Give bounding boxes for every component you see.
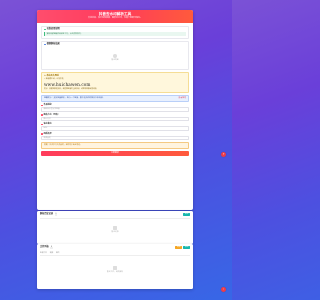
video-icon — [44, 43, 46, 46]
usage-section: 功能使用说明 复制视频链接后粘贴至下方，点击提取即可。 — [41, 26, 189, 39]
field-label-text: 画质选择 — [43, 132, 52, 135]
clear-history-button[interactable]: 清空 — [183, 213, 190, 217]
format-select[interactable]: MP4 — [41, 126, 189, 131]
quality-icon — [41, 133, 43, 135]
field-label: 保存格式 — [41, 123, 189, 126]
notice-footer: 提示：如遇到解析失败，请更换链接后重新尝试，或联系客服反馈问题。 — [44, 88, 99, 91]
notice-title: ★ 本站永久网址 — [44, 75, 186, 78]
field-label-text: 作品链接 — [43, 104, 52, 107]
tab-all[interactable]: 全部文件 — [40, 252, 47, 254]
tab-video[interactable]: 视频 — [50, 252, 53, 254]
export-button[interactable]: 导出 — [183, 246, 190, 250]
card-header: 抖音去水印解析工具 支持抖音、快手等短视频、图集去水印，无需下载即可保存。 — [37, 10, 193, 23]
empty-box-icon — [113, 226, 117, 231]
file-empty-text: 暂无文件，请先解析 — [106, 271, 124, 274]
field-format: 保存格式 MP4 — [41, 123, 189, 131]
usage-title-text: 功能使用说明 — [46, 28, 60, 31]
tip-text: 温馨提示：支持批量解析，每行一个链接，最多支持同时解析多条视频。 — [44, 97, 105, 100]
site-url[interactable]: www.huichawen.com — [44, 82, 186, 88]
notice-line: • 请收藏本站，以免丢失 — [44, 78, 186, 80]
file-title-text: 文件列表 — [40, 246, 49, 249]
settings-icon — [41, 114, 43, 116]
usage-info: 复制视频链接后粘贴至下方，点击提取即可。 — [44, 32, 186, 37]
history-empty: 暂无记录 — [37, 219, 193, 241]
file-actions: 刷新 导出 — [175, 246, 190, 250]
history-title-text: 解析历史记录 — [40, 213, 54, 216]
back-to-top-button[interactable]: ↑ — [221, 287, 226, 292]
history-panel-head: 解析历史记录 0 清空 — [37, 211, 193, 218]
tip-bar: 温馨提示：支持批量解析，每行一个链接，最多支持同时解析多条视频。 查看教程 — [41, 95, 189, 103]
check-icon — [44, 28, 46, 31]
field-label-text: 保存格式 — [43, 123, 52, 126]
history-title: 解析历史记录 0 — [40, 213, 58, 217]
notice-title-text: 本站永久网址 — [46, 74, 59, 77]
submit-button[interactable]: 立即解析 — [41, 150, 189, 156]
refresh-button[interactable]: 刷新 — [175, 246, 183, 250]
file-count: 0 — [50, 247, 53, 250]
empty-folder-icon — [113, 266, 117, 271]
file-panel: 文件列表 0 刷新 导出 全部文件 视频 图片 暂无文件，请先解析 — [37, 244, 193, 289]
page-subtitle: 支持抖音、快手等短视频、图集去水印，无需下载即可保存。 — [87, 16, 142, 19]
main-card: 抖音去水印解析工具 支持抖音、快手等短视频、图集去水印，无需下载即可保存。 功能… — [37, 10, 193, 210]
help-float-button[interactable]: ? — [221, 152, 226, 157]
field-label-text: 解析方式（可选） — [43, 113, 60, 116]
result-section: 视频解析结果 暂无内容 — [41, 40, 189, 71]
file-icon — [41, 123, 43, 126]
history-empty-text: 暂无记录 — [111, 231, 119, 234]
notice-line-text: 请收藏本站，以免丢失 — [45, 78, 64, 81]
empty-icon — [113, 54, 117, 59]
field-label: 作品链接 — [41, 104, 189, 107]
link-icon — [41, 104, 43, 107]
history-count: 0 — [54, 214, 58, 217]
file-title: 文件列表 0 — [40, 246, 53, 250]
method-select[interactable]: 默认方式 — [41, 116, 189, 122]
link-input[interactable]: 请粘贴抖音分享链接 — [41, 107, 189, 112]
result-placeholder: 暂无内容 — [42, 47, 188, 69]
quality-select[interactable]: 高清画质 — [41, 135, 189, 141]
field-label: 画质选择 — [41, 133, 189, 136]
field-quality: 画质选择 高清画质 — [41, 133, 189, 141]
file-empty: 暂无文件，请先解析 — [37, 256, 193, 284]
url-notice: ★ 本站永久网址 • 请收藏本站，以免丢失 www.huichawen.com … — [41, 72, 189, 94]
file-panel-head: 文件列表 0 刷新 导出 — [37, 244, 193, 251]
dot-icon: • — [44, 78, 45, 81]
tutorial-link[interactable]: 查看教程 — [178, 97, 186, 100]
warning-bar: 提醒：仅供学习交流使用，请勿用于商业用途。 — [41, 142, 189, 149]
result-empty-text: 暂无内容 — [111, 59, 119, 62]
history-panel: 解析历史记录 0 清空 暂无记录 — [37, 211, 193, 244]
result-title-text: 视频解析结果 — [46, 43, 60, 46]
field-link: 作品链接 请粘贴抖音分享链接 — [41, 104, 189, 112]
card-body: 功能使用说明 复制视频链接后粘贴至下方，点击提取即可。 视频解析结果 暂无内容 … — [37, 23, 193, 159]
field-label: 解析方式（可选） — [41, 114, 189, 117]
tab-image[interactable]: 图片 — [56, 252, 59, 254]
field-method: 解析方式（可选） 默认方式 — [41, 114, 189, 122]
